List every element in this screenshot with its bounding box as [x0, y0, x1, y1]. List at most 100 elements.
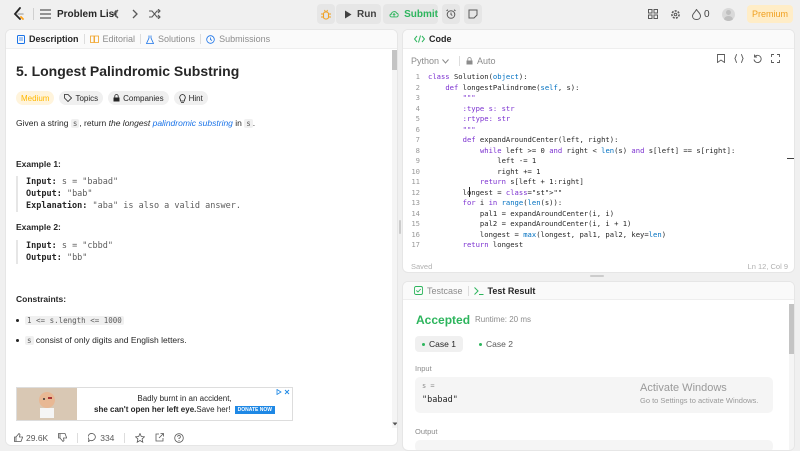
star-icon[interactable]: [135, 432, 146, 443]
output-label: Output: [415, 427, 438, 436]
example-2-block: Input: s = "cbbd" Output: "bb": [16, 240, 381, 264]
cloud-upload-icon: [389, 11, 399, 18]
lightbulb-icon: [178, 93, 186, 103]
layout-button[interactable]: [648, 0, 658, 28]
code-text: pal1 = expandAroundCenter(i, i): [428, 208, 615, 218]
description-footer: 29.6K 334: [6, 428, 397, 445]
debug-button[interactable]: [317, 4, 335, 24]
code-editor[interactable]: 1 class Solution(object): 2 def longestPal…: [403, 72, 794, 251]
bookmark-icon[interactable]: [717, 54, 725, 63]
palindromic-substring-link[interactable]: palindromic substring: [153, 118, 233, 128]
topics-chip[interactable]: Topics: [59, 91, 104, 105]
horizontal-resize-handle[interactable]: [590, 275, 604, 277]
scroll-down-icon[interactable]: [392, 421, 398, 427]
dislike-button[interactable]: [58, 433, 68, 442]
problem-list-button[interactable]: Problem List: [40, 0, 118, 28]
vertical-resize-handle[interactable]: [399, 220, 401, 234]
language-selector[interactable]: Python: [411, 56, 449, 66]
like-button[interactable]: 29.6K: [14, 433, 48, 443]
timer-button[interactable]: [442, 4, 460, 24]
notes-button[interactable]: [464, 4, 482, 24]
code-line[interactable]: 16 longest = max(longest, pal1, pal2, ke…: [403, 229, 794, 241]
tab-testcase[interactable]: Testcase: [409, 286, 468, 296]
note-icon: [468, 9, 478, 19]
tab-submissions[interactable]: Submissions: [201, 34, 275, 44]
tab-editorial[interactable]: Editorial: [85, 34, 141, 44]
format-code-icon[interactable]: [734, 54, 744, 63]
ad-controls: [276, 389, 290, 395]
code-text: pal2 = expandAroundCenter(i, i + 1): [428, 219, 632, 228]
lock-icon: [113, 94, 120, 102]
book-icon: [89, 35, 99, 43]
settings-button[interactable]: [670, 0, 681, 28]
result-scrollbar[interactable]: [789, 304, 794, 450]
auto-mode-toggle[interactable]: Auto: [466, 56, 496, 66]
streak-counter[interactable]: 0: [692, 0, 710, 28]
line-number: 5: [415, 114, 420, 123]
scrollbar-thumb[interactable]: [392, 50, 397, 70]
run-button[interactable]: Run: [336, 4, 381, 24]
code-line[interactable]: 15 pal2 = expandAroundCenter(i, i + 1): [403, 219, 794, 230]
result-tab-bar: Testcase Test Result: [403, 282, 794, 300]
tab-solutions[interactable]: Solutions: [141, 34, 200, 44]
code-line[interactable]: 10 right += 1: [403, 167, 794, 178]
cursor-position: Ln 12, Col 9: [747, 261, 788, 271]
help-icon[interactable]: [174, 432, 185, 443]
code-text: longest = max(longest, pal1, pal2, key=l…: [428, 229, 667, 239]
line-number: 4: [415, 103, 420, 113]
code-line[interactable]: 5 :rtype: str: [403, 114, 794, 125]
close-icon[interactable]: [284, 389, 290, 395]
code-line[interactable]: 11 return s[left + 1:right]: [403, 177, 794, 188]
next-problem-button[interactable]: [131, 0, 139, 28]
tab-description[interactable]: Description: [12, 34, 84, 44]
constraint-item: s consist of only digits and English let…: [16, 335, 381, 345]
premium-button[interactable]: Premium: [747, 5, 793, 23]
code-line[interactable]: 14 pal1 = expandAroundCenter(i, i): [403, 208, 794, 220]
chevron-right-icon: [132, 9, 138, 19]
code-line[interactable]: 12 longest = class="st">"": [403, 187, 794, 199]
companies-chip[interactable]: Companies: [108, 91, 169, 105]
child-photo-icon: [39, 392, 55, 418]
code-text: return s[left + 1:right]: [479, 177, 584, 186]
tab-code[interactable]: Code: [409, 34, 457, 44]
share-icon[interactable]: [155, 433, 165, 442]
activate-windows-title: Activate Windows: [640, 382, 727, 394]
code-text: class Solution(object):: [428, 72, 528, 81]
code-text: while left >= 0 and right < len(s) and s…: [479, 145, 736, 155]
scrollbar-thumb[interactable]: [789, 304, 794, 354]
case-1-tab[interactable]: Case 1: [415, 336, 463, 352]
code-line[interactable]: 4 :type s: str: [403, 103, 794, 115]
code-line[interactable]: 1 class Solution(object):: [403, 72, 794, 83]
description-scrollbar[interactable]: [392, 50, 398, 430]
comments-button[interactable]: 334: [88, 433, 114, 443]
input-box: s = "babad" Activate Windows Go to Setti…: [415, 377, 773, 413]
code-line[interactable]: 17 return longest: [403, 240, 794, 251]
donate-now-button[interactable]: DONATE NOW: [234, 405, 275, 414]
hint-chip[interactable]: Hint: [173, 91, 208, 105]
code-line[interactable]: 6 """: [403, 125, 794, 136]
case-2-tab[interactable]: Case 2: [472, 336, 520, 352]
checkbox-icon: [414, 286, 423, 295]
prev-problem-button[interactable]: [112, 0, 120, 28]
code-line[interactable]: 2 def longestPalindrome(self, s):: [403, 83, 794, 94]
code-line[interactable]: 3 """: [403, 93, 794, 104]
code-line[interactable]: 9 left -= 1: [403, 156, 794, 167]
line-number: 15: [411, 219, 420, 228]
shuffle-button[interactable]: [149, 0, 161, 28]
leetcode-logo-icon[interactable]: [12, 7, 26, 21]
adchoices-icon[interactable]: [276, 389, 282, 395]
reset-icon[interactable]: [753, 54, 762, 63]
code-line[interactable]: 8 while left >= 0 and right < len(s) and…: [403, 145, 794, 157]
input-variable: s =: [422, 382, 435, 390]
ad-banner[interactable]: Badly burnt in an accident, she can't op…: [16, 387, 293, 421]
code-line[interactable]: 7 def expandAroundCenter(left, right):: [403, 135, 794, 146]
code-line[interactable]: 13 for i in range(len(s)):: [403, 198, 794, 209]
code-text: longest = class="st">"": [428, 187, 563, 197]
flame-icon: [692, 8, 701, 20]
tab-test-result[interactable]: Test Result: [469, 286, 541, 296]
fullscreen-icon[interactable]: [771, 54, 780, 63]
code-text: for i in range(len(s)):: [462, 198, 563, 207]
submit-button[interactable]: Submit: [383, 4, 438, 24]
problem-description: 5. Longest Palindromic Substring Medium …: [16, 60, 381, 345]
avatar[interactable]: [722, 0, 735, 28]
